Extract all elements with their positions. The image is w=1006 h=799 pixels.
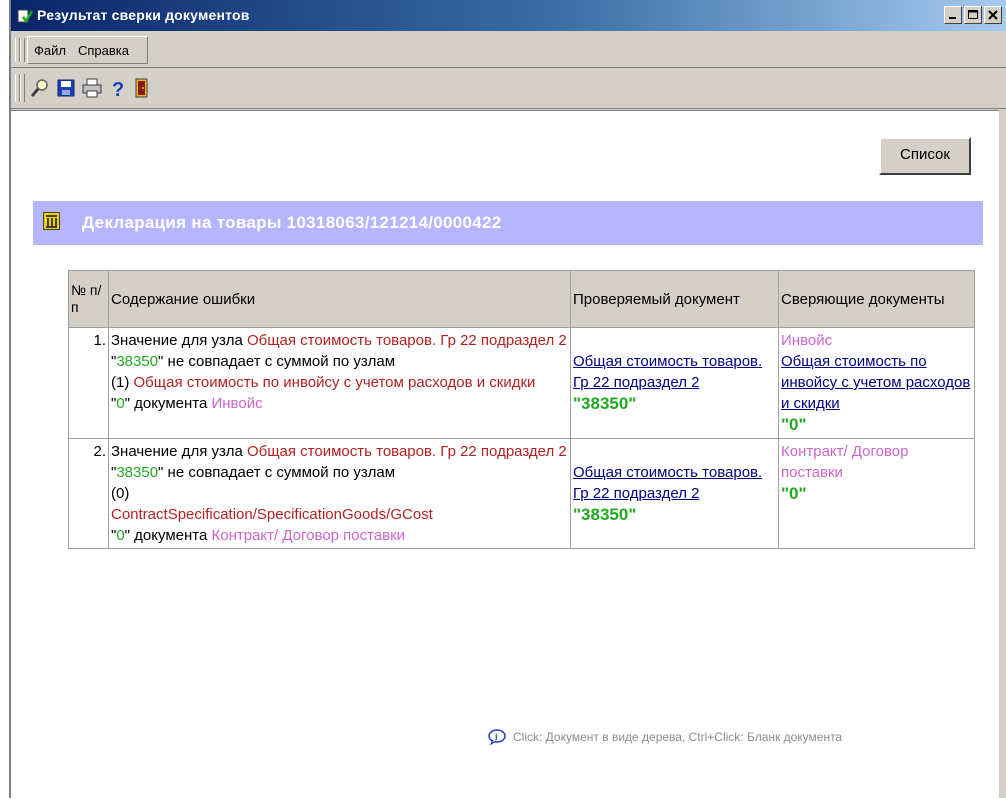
reconciling-doc-value: "0" — [781, 415, 807, 434]
menu-help[interactable]: Справка — [78, 43, 129, 58]
toolbar-grip[interactable] — [20, 74, 25, 102]
info-bubble-icon: i — [488, 729, 506, 745]
print-icon[interactable] — [81, 77, 103, 99]
table-row: 1. Значение для узла Общая стоимость тов… — [68, 327, 975, 439]
app-icon — [17, 9, 33, 24]
reconciling-doc-value: "0" — [781, 484, 807, 503]
error-prefix: Значение для узла — [111, 443, 247, 460]
menubar-grip[interactable] — [20, 38, 25, 62]
error-node: Общая стоимость товаров. Гр 22 подраздел… — [246, 443, 567, 460]
exit-icon[interactable] — [131, 77, 153, 99]
checked-doc-value: "38350" — [573, 504, 637, 524]
error-count: (1) — [111, 374, 134, 391]
title-bar[interactable]: Результат сверки документов — [11, 0, 1006, 31]
checked-doc-link[interactable]: Общая стоимость товаров. Гр 22 подраздел… — [573, 353, 762, 391]
error-zero: 0 — [116, 527, 125, 544]
checked-doc-value: "38350" — [573, 394, 637, 413]
save-icon[interactable] — [55, 77, 77, 99]
help-icon[interactable]: ? — [107, 77, 129, 99]
reconciling-doc-name[interactable]: Контракт/ Договор поставки — [781, 443, 909, 481]
row-num: 2. — [68, 438, 109, 549]
reconciling-doc-link[interactable]: Общая стоимость по инвойсу с учетом расх… — [781, 353, 970, 412]
checked-doc-link[interactable]: Общая стоимость товаров. Гр 22 подраздел… — [573, 464, 762, 502]
checked-doc-cell: Общая стоимость товаров. Гр 22 подраздел… — [570, 438, 779, 549]
error-value: 38350 — [116, 464, 159, 481]
declaration-icon — [43, 212, 60, 230]
error-path: ContractSpecification/SpecificationGoods… — [111, 506, 433, 523]
list-button[interactable]: Список — [879, 137, 971, 175]
hint-text: Click: Документ в виде дерева, Ctrl+Clic… — [513, 730, 843, 744]
error-mid: " не совпадает с суммой по узлам — [158, 464, 396, 481]
svg-text:?: ? — [112, 79, 124, 99]
main-window: Результат сверки документов Файл Справка — [9, 0, 1006, 799]
error-value: 38350 — [116, 353, 159, 370]
error-node: Общая стоимость товаров. Гр 22 подраздел… — [246, 332, 567, 349]
error-path: Общая стоимость по инвойсу с учетом расх… — [133, 374, 536, 391]
error-cell: Значение для узла Общая стоимость товаро… — [108, 327, 571, 439]
error-doc-name: Контракт/ Договор поставки — [211, 527, 406, 544]
error-doc-name: Инвойс — [211, 395, 263, 412]
close-button[interactable] — [984, 6, 1002, 24]
close-icon — [988, 10, 998, 20]
header-checked: Проверяемый документ — [570, 270, 779, 328]
declaration-title: Декларация на товары 10318063/121214/000… — [82, 213, 502, 232]
menu-items: Файл Справка — [27, 36, 148, 64]
maximize-icon — [968, 10, 978, 19]
content-area: Список Декларация на товары 10318063/121… — [11, 110, 999, 799]
maximize-button[interactable] — [964, 6, 982, 24]
search-icon[interactable] — [29, 77, 51, 99]
header-num: № п/п — [68, 270, 109, 328]
error-zero: 0 — [116, 395, 125, 412]
error-mid: " не совпадает с суммой по узлам — [158, 353, 396, 370]
reconciling-doc-name[interactable]: Инвойс — [781, 332, 832, 349]
table-header-row: № п/п Содержание ошибки Проверяемый доку… — [68, 270, 975, 328]
minimize-icon — [949, 17, 956, 19]
error-prefix: Значение для узла — [111, 332, 247, 349]
reconciling-doc-cell: Инвойс Общая стоимость по инвойсу с учето… — [778, 327, 975, 439]
window-title: Результат сверки документов — [37, 7, 250, 23]
header-reconciling: Сверяющие документы — [778, 270, 975, 328]
error-count: (0) — [111, 485, 130, 502]
toolbar: ? — [11, 68, 1006, 109]
reconciling-doc-cell: Контракт/ Договор поставки "0" — [778, 438, 975, 549]
table-row: 2. Значение для узла Общая стоимость тов… — [68, 438, 975, 549]
error-doc-label: " документа — [124, 395, 212, 412]
error-doc-label: " документа — [124, 527, 212, 544]
declaration-header[interactable]: Декларация на товары 10318063/121214/000… — [33, 201, 983, 245]
checked-doc-cell: Общая стоимость товаров. Гр 22 подраздел… — [570, 327, 779, 439]
hint-text-container: i Click: Документ в виде дерева, Ctrl+Cl… — [487, 729, 842, 745]
minimize-button[interactable] — [944, 6, 962, 24]
svg-text:i: i — [495, 732, 498, 742]
header-error: Содержание ошибки — [108, 270, 571, 328]
menu-file[interactable]: Файл — [34, 43, 66, 58]
row-num: 1. — [68, 327, 109, 439]
error-cell: Значение для узла Общая стоимость товаро… — [108, 438, 571, 549]
menu-bar: Файл Справка — [11, 32, 1006, 68]
errors-table: № п/п Содержание ошибки Проверяемый доку… — [68, 270, 975, 549]
